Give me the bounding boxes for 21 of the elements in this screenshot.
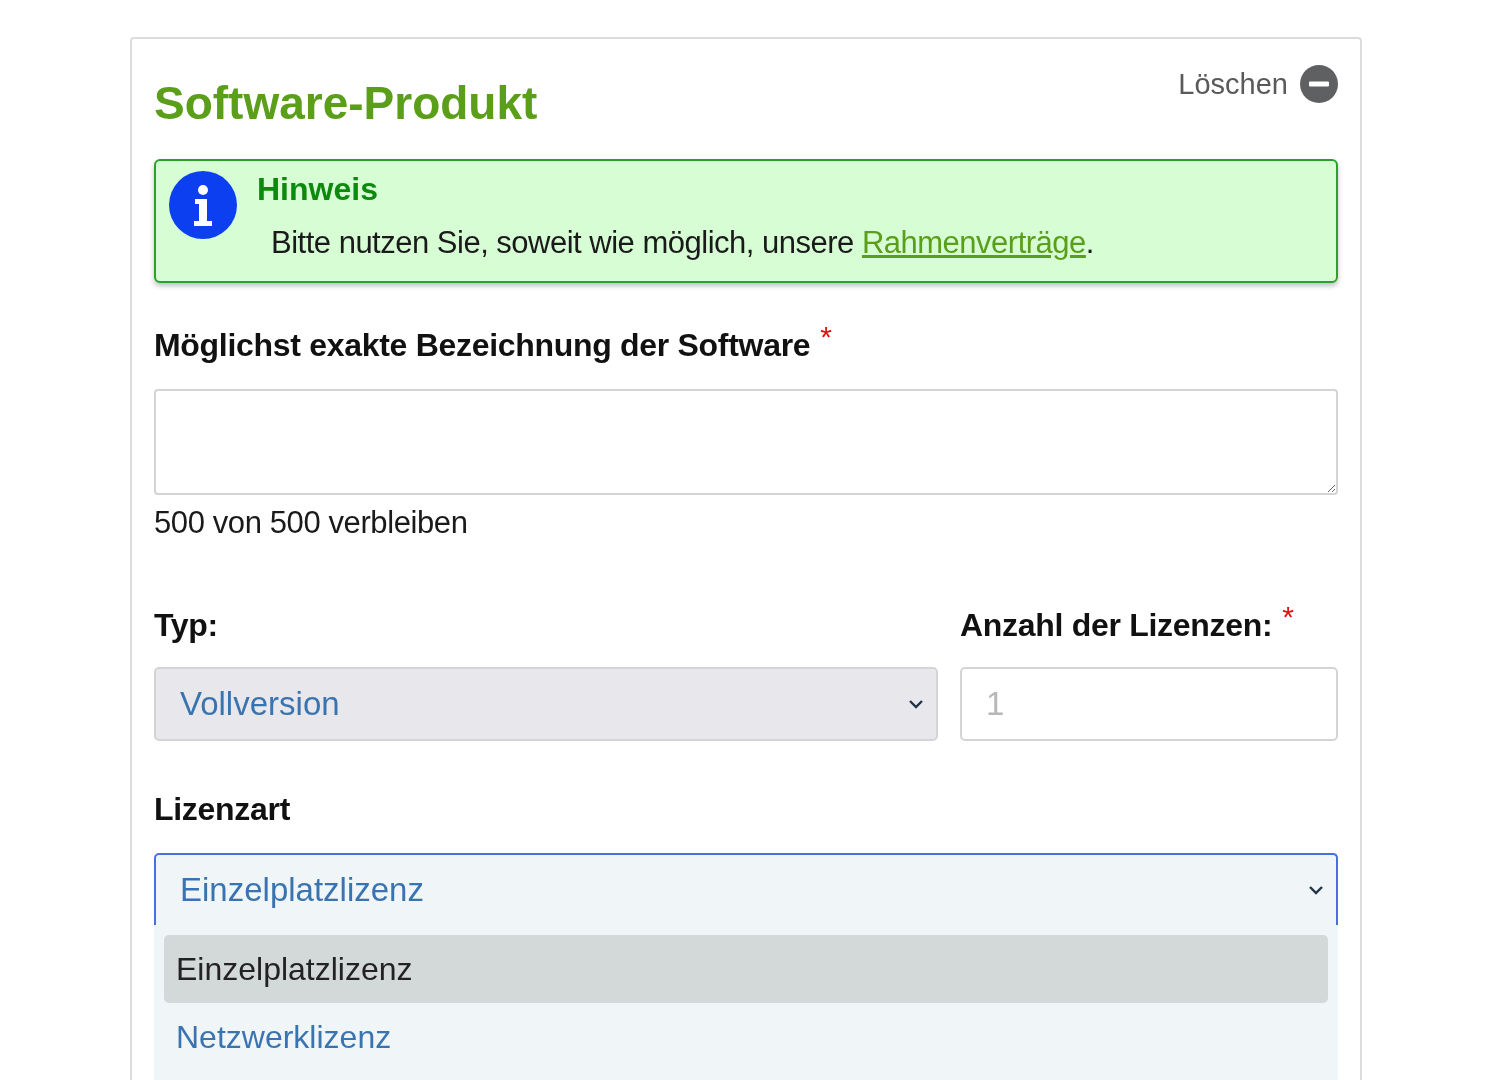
required-asterisk: * — [820, 323, 832, 351]
notice-title: Hinweis — [257, 171, 379, 207]
field-label: Anzahl der Lizenzen: — [960, 606, 1273, 645]
license-count-input[interactable]: 1 — [960, 667, 1338, 741]
chevron-down-icon — [1308, 885, 1324, 895]
framework-contracts-link[interactable]: Rahmenverträge — [861, 225, 1086, 260]
dropdown-option[interactable]: Netzwerklizenz — [164, 1003, 1328, 1071]
notice-text: Bitte nutzen Sie, soweit wie möglich, unsere Rahmenverträge. — [271, 225, 1094, 261]
dropdown-option[interactable]: Einzelplatzlizenz — [164, 935, 1328, 1003]
card-title: Software-Produkt — [154, 76, 538, 131]
delete-button[interactable]: Löschen — [1178, 65, 1338, 103]
minus-circle-icon — [1300, 65, 1338, 103]
field-label: Möglichst exakte Bezeichnung der Software — [154, 326, 811, 365]
field-label: Typ: — [154, 606, 218, 645]
info-icon — [169, 171, 237, 239]
license-type-select[interactable]: Einzelplatzlizenz — [154, 853, 1338, 925]
chevron-down-icon — [908, 699, 924, 709]
field-label: Lizenzart — [154, 790, 290, 829]
software-name-textarea[interactable] — [154, 389, 1338, 495]
required-asterisk: * — [1282, 603, 1294, 631]
character-counter: 500 von 500 verbleiben — [154, 505, 469, 541]
